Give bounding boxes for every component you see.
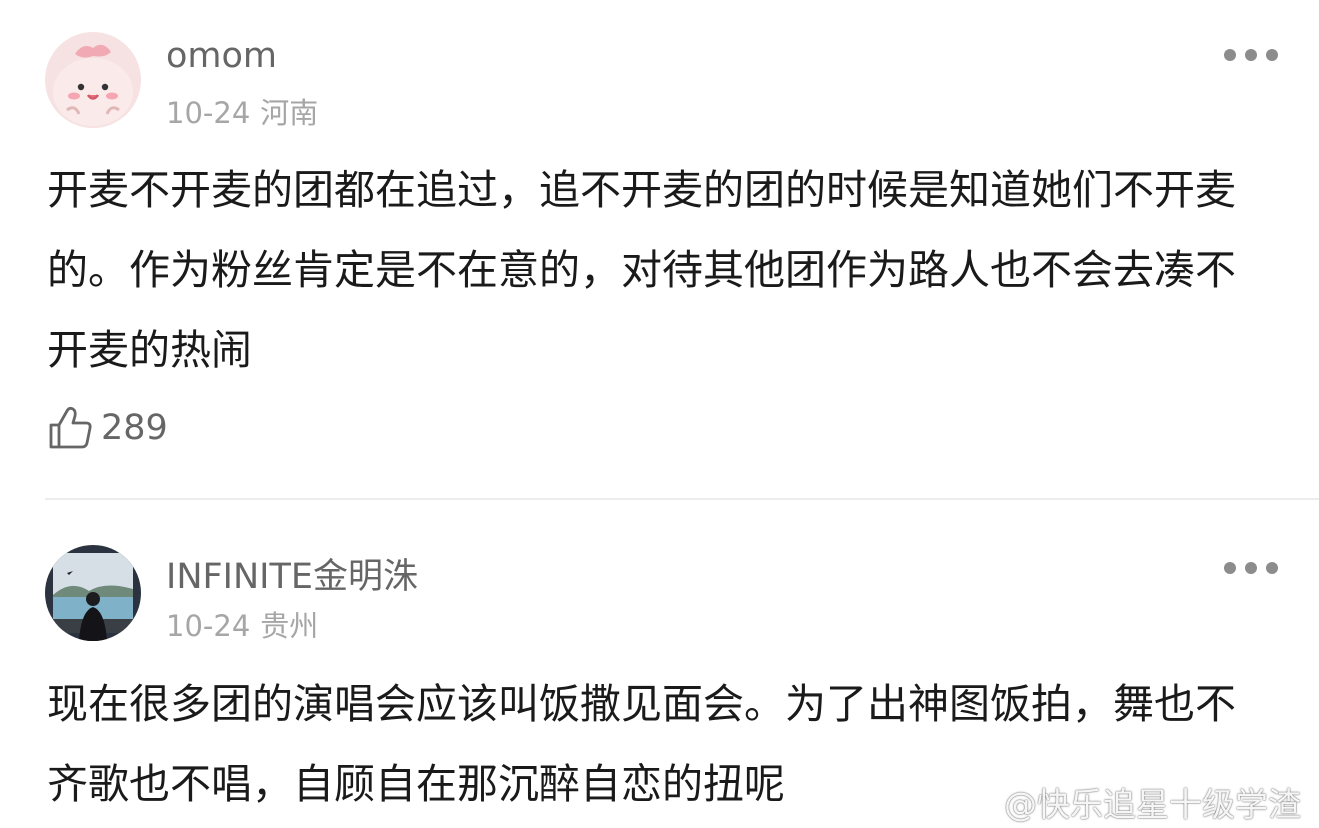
weibo-logo-icon bbox=[950, 782, 1002, 821]
watermark: @快乐追星十级学渣 bbox=[948, 778, 1301, 826]
more-dots-icon bbox=[1245, 562, 1257, 574]
more-dots-icon bbox=[1224, 49, 1236, 61]
avatar[interactable] bbox=[45, 545, 141, 641]
comment-date: 10-24 bbox=[166, 96, 251, 130]
avatar[interactable] bbox=[45, 32, 141, 128]
more-dots-icon bbox=[1245, 49, 1257, 61]
comment-item: omom 10-24 河南 开麦不开麦的团都在追过，追不开麦的团的时候是知道她们不… bbox=[0, 0, 1319, 498]
thumbs-up-icon bbox=[49, 406, 92, 449]
watermark-text: @快乐追星十级学渣 bbox=[1004, 785, 1301, 824]
like-count: 289 bbox=[101, 408, 168, 448]
comment-location: 贵州 bbox=[260, 609, 319, 643]
comment-text: 开麦不开麦的团都在追过，追不开麦的团的时候是知道她们不开麦的。作为粉丝肯定是不在… bbox=[47, 166, 1236, 374]
like-button[interactable]: 289 bbox=[47, 405, 168, 451]
more-dots-icon bbox=[1266, 49, 1278, 61]
username[interactable]: omom bbox=[166, 36, 277, 76]
photo-avatar-icon bbox=[45, 545, 141, 641]
more-dots-icon bbox=[1224, 562, 1236, 574]
comment-date: 10-24 bbox=[166, 609, 251, 643]
comment-location: 河南 bbox=[260, 96, 319, 130]
more-options-button[interactable] bbox=[1224, 560, 1278, 576]
more-options-button[interactable] bbox=[1224, 47, 1278, 63]
more-dots-icon bbox=[1266, 562, 1278, 574]
comment-meta: 10-24 贵州 bbox=[166, 603, 318, 645]
username[interactable]: INFINITE金明洙 bbox=[166, 548, 418, 599]
pink-cartoon-avatar-icon bbox=[45, 32, 141, 128]
comment-meta: 10-24 河南 bbox=[166, 90, 318, 132]
